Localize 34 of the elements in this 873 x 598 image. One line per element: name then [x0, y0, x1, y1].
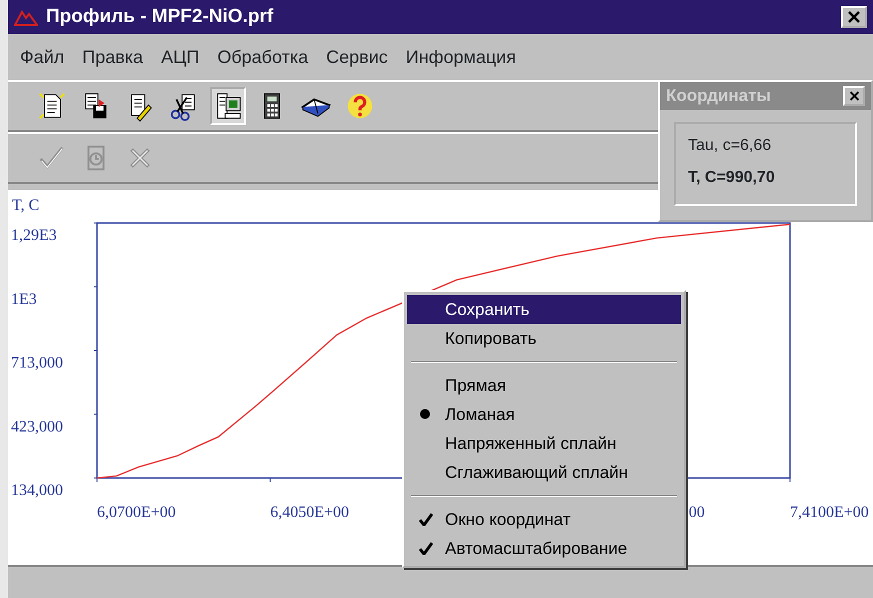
menu-item[interactable]: Копировать	[407, 324, 681, 353]
app-logo-icon	[14, 8, 38, 26]
menu-item[interactable]: АЦП	[159, 44, 202, 70]
close-icon	[847, 11, 861, 23]
y-tick-label: 423,000	[11, 418, 63, 436]
menu-item[interactable]: Ломаная	[407, 400, 681, 429]
menu-item[interactable]: Сглаживающий сплайн	[407, 458, 681, 487]
menu-item[interactable]: Автомасштабирование	[407, 534, 681, 563]
window-title: Профиль - MPF2-NiO.prf	[46, 4, 274, 29]
toolbar-button[interactable]	[210, 87, 246, 125]
menu-item[interactable]: Обработка	[215, 44, 310, 70]
y-tick-label: 1E3	[11, 290, 37, 308]
y-tick-label: 1,29E3	[11, 227, 57, 244]
close-button[interactable]	[843, 86, 865, 106]
y-tick-label: 713,000	[11, 354, 63, 372]
coordinates-title: Координаты	[666, 85, 771, 108]
x-tick-label: 6,0700E+00	[97, 504, 176, 521]
x-tick-label: 00	[688, 504, 705, 521]
coordinate-reading: Tau, c=6,66	[688, 136, 772, 156]
menu-item[interactable]: Сохранить	[407, 295, 681, 324]
y-tick-label: 134,000	[11, 482, 63, 499]
menu-item[interactable]: Правка	[80, 44, 146, 70]
y-axis-label: T, C	[12, 197, 40, 214]
close-button[interactable]	[841, 6, 867, 28]
x-tick-label: 7,4100E+00	[790, 504, 869, 521]
menu-item[interactable]: Окно координат	[407, 505, 681, 534]
menu-item[interactable]: Прямая	[407, 371, 681, 400]
menu-item[interactable]: Файл	[18, 44, 66, 70]
coordinate-reading: T, C=990,70	[688, 168, 776, 188]
close-icon	[848, 91, 860, 101]
menu-item[interactable]: Информация	[404, 44, 518, 70]
x-tick-label: 6,4050E+00	[270, 504, 350, 521]
menu-item[interactable]: Напряженный сплайн	[407, 429, 681, 458]
menu-item[interactable]: Сервис	[324, 44, 390, 70]
